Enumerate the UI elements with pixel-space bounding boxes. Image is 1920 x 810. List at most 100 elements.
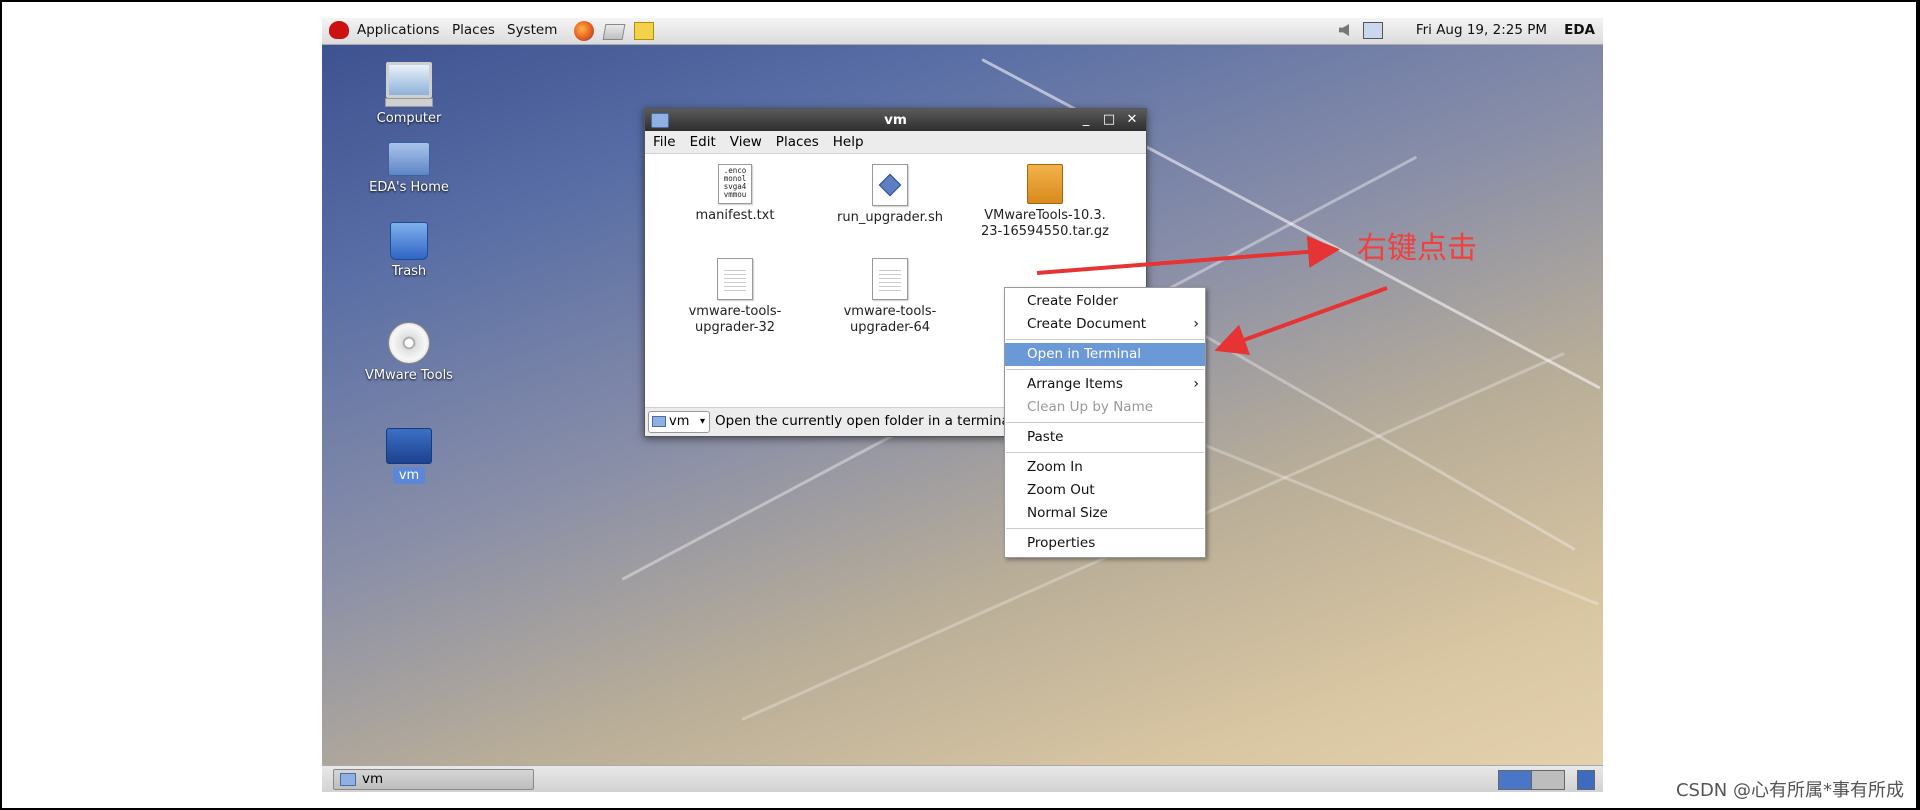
context-menu-item-label: Paste bbox=[1027, 429, 1064, 445]
taskbar-item-label: vm bbox=[362, 771, 384, 787]
redhat-logo-icon[interactable] bbox=[329, 21, 349, 39]
file-name: manifest.txt bbox=[695, 208, 775, 223]
context-menu-item-label: Arrange Items bbox=[1027, 376, 1123, 392]
context-menu-item-paste[interactable]: Paste bbox=[1005, 426, 1205, 449]
location-label: vm bbox=[669, 414, 690, 429]
file-item[interactable]: vmware-tools- upgrader-32 bbox=[660, 258, 810, 336]
user-menu[interactable]: EDA bbox=[1564, 22, 1595, 38]
desktop-icon-vmware-tools[interactable]: VMware Tools bbox=[349, 322, 469, 383]
file-item[interactable]: .enco monol svga4 vmmou manifest.txt bbox=[660, 164, 810, 224]
desktop-icon-label: VMware Tools bbox=[365, 368, 453, 383]
desktop-icon-label: EDA's Home bbox=[369, 180, 449, 195]
menu-places[interactable]: Places bbox=[452, 22, 495, 38]
context-menu-item-zoom-out[interactable]: Zoom Out bbox=[1005, 479, 1205, 502]
status-message: Open the currently open folder in a term… bbox=[715, 413, 1014, 429]
menu-help[interactable]: Help bbox=[825, 131, 870, 150]
context-menu-item-label: Zoom Out bbox=[1027, 482, 1095, 498]
menubar: File Edit View Places Help bbox=[645, 131, 1146, 154]
file-item[interactable]: vmware-tools- upgrader-64 bbox=[815, 258, 965, 336]
context-menu-item-label: Clean Up by Name bbox=[1027, 399, 1154, 415]
script-file-icon bbox=[872, 164, 908, 206]
menu-edit[interactable]: Edit bbox=[682, 131, 722, 150]
desktop-icon-vm[interactable]: vm bbox=[349, 428, 469, 484]
menu-places[interactable]: Places bbox=[768, 131, 825, 150]
archive-icon bbox=[1027, 164, 1063, 204]
context-menu: Create Folder Create Document › Open in Ter… bbox=[1004, 287, 1206, 558]
menu-separator bbox=[1006, 452, 1204, 453]
desktop-icon-home[interactable]: EDA's Home bbox=[349, 142, 469, 195]
watermark: CSDN @心有所属*事有所成 bbox=[1675, 780, 1904, 801]
context-menu-item-open-in-terminal[interactable]: Open in Terminal bbox=[1005, 343, 1205, 366]
menu-separator bbox=[1006, 528, 1204, 529]
screenshot-frame: Applications Places System Fri Aug 19, 2… bbox=[2, 2, 1916, 808]
close-button[interactable]: ✕ bbox=[1122, 109, 1142, 131]
show-desktop-button[interactable] bbox=[1577, 770, 1595, 790]
context-menu-item-arrange-items[interactable]: Arrange Items › bbox=[1005, 373, 1205, 396]
arrow-line bbox=[1214, 286, 1388, 355]
clock[interactable]: Fri Aug 19, 2:25 PM bbox=[1416, 22, 1547, 38]
computer-base bbox=[385, 98, 433, 107]
context-menu-item-label: Normal Size bbox=[1027, 505, 1108, 521]
file-name: vmware-tools- upgrader-64 bbox=[843, 304, 937, 335]
workspace-2[interactable] bbox=[1531, 770, 1565, 790]
folder-icon bbox=[386, 428, 432, 464]
volume-icon[interactable] bbox=[1339, 24, 1349, 36]
context-menu-item-clean-up-by-name: Clean Up by Name bbox=[1005, 396, 1205, 419]
context-menu-item-label: Create Document bbox=[1027, 316, 1147, 332]
desktop-icon-trash[interactable]: Trash bbox=[349, 222, 469, 279]
location-dropdown[interactable]: vm ▾ bbox=[648, 411, 710, 433]
generic-file-icon bbox=[872, 258, 908, 300]
menu-separator bbox=[1006, 422, 1204, 423]
dvd-icon bbox=[388, 322, 430, 364]
file-item[interactable]: VMwareTools-10.3. 23-16594550.tar.gz bbox=[970, 164, 1120, 240]
context-menu-item-create-document[interactable]: Create Document › bbox=[1005, 313, 1205, 336]
context-menu-item-properties[interactable]: Properties bbox=[1005, 532, 1205, 555]
file-name: VMwareTools-10.3. 23-16594550.tar.gz bbox=[981, 208, 1109, 239]
folder-icon bbox=[652, 416, 666, 427]
home-folder-icon bbox=[388, 142, 430, 176]
context-menu-item-label: Create Folder bbox=[1027, 293, 1118, 309]
network-icon[interactable] bbox=[1363, 22, 1383, 39]
text-file-icon: .enco monol svga4 vmmou bbox=[718, 164, 752, 204]
context-menu-item-normal-size[interactable]: Normal Size bbox=[1005, 502, 1205, 525]
file-name: vmware-tools- upgrader-32 bbox=[688, 304, 782, 335]
menu-separator bbox=[1006, 369, 1204, 370]
folder-icon bbox=[340, 772, 356, 786]
top-panel: Applications Places System Fri Aug 19, 2… bbox=[322, 18, 1603, 45]
generic-file-icon bbox=[717, 258, 753, 300]
chevron-right-icon: › bbox=[1193, 316, 1199, 332]
computer-icon bbox=[386, 62, 432, 98]
mail-icon[interactable] bbox=[602, 24, 626, 40]
workspace-1[interactable] bbox=[1498, 770, 1532, 790]
menu-view[interactable]: View bbox=[722, 131, 768, 150]
desktop-icon-label: Trash bbox=[391, 264, 427, 279]
chevron-right-icon: › bbox=[1193, 376, 1199, 392]
menu-system[interactable]: System bbox=[507, 22, 557, 38]
bottom-panel: vm bbox=[322, 765, 1603, 792]
desktop-icon-label: vm bbox=[392, 467, 426, 484]
window-titlebar[interactable]: vm _ □ ✕ bbox=[645, 109, 1146, 131]
menu-applications[interactable]: Applications bbox=[357, 22, 439, 38]
context-menu-item-label: Zoom In bbox=[1027, 459, 1083, 475]
context-menu-item-label: Properties bbox=[1027, 535, 1096, 551]
context-menu-item-label: Open in Terminal bbox=[1027, 346, 1141, 362]
context-menu-item-zoom-in[interactable]: Zoom In bbox=[1005, 456, 1205, 479]
menu-separator bbox=[1006, 339, 1204, 340]
trash-icon bbox=[390, 222, 428, 260]
menu-file[interactable]: File bbox=[645, 131, 682, 150]
desktop[interactable]: Applications Places System Fri Aug 19, 2… bbox=[322, 18, 1603, 792]
file-name: run_upgrader.sh bbox=[837, 210, 943, 225]
folder-icon bbox=[651, 113, 669, 128]
taskbar-item-vm[interactable]: vm bbox=[333, 769, 534, 790]
file-item[interactable]: run_upgrader.sh bbox=[815, 164, 965, 226]
chevron-down-icon: ▾ bbox=[699, 416, 705, 427]
desktop-icon-label: Computer bbox=[376, 111, 442, 126]
notes-icon[interactable] bbox=[634, 22, 654, 40]
window-title: vm bbox=[884, 112, 907, 128]
firefox-icon[interactable] bbox=[574, 21, 594, 41]
desktop-icon-computer[interactable]: Computer bbox=[349, 62, 469, 126]
annotation-label: 右键点击 bbox=[1357, 231, 1477, 266]
context-menu-item-create-folder[interactable]: Create Folder bbox=[1005, 290, 1205, 313]
minimize-button[interactable]: _ bbox=[1076, 109, 1096, 131]
maximize-button[interactable]: □ bbox=[1099, 109, 1119, 131]
